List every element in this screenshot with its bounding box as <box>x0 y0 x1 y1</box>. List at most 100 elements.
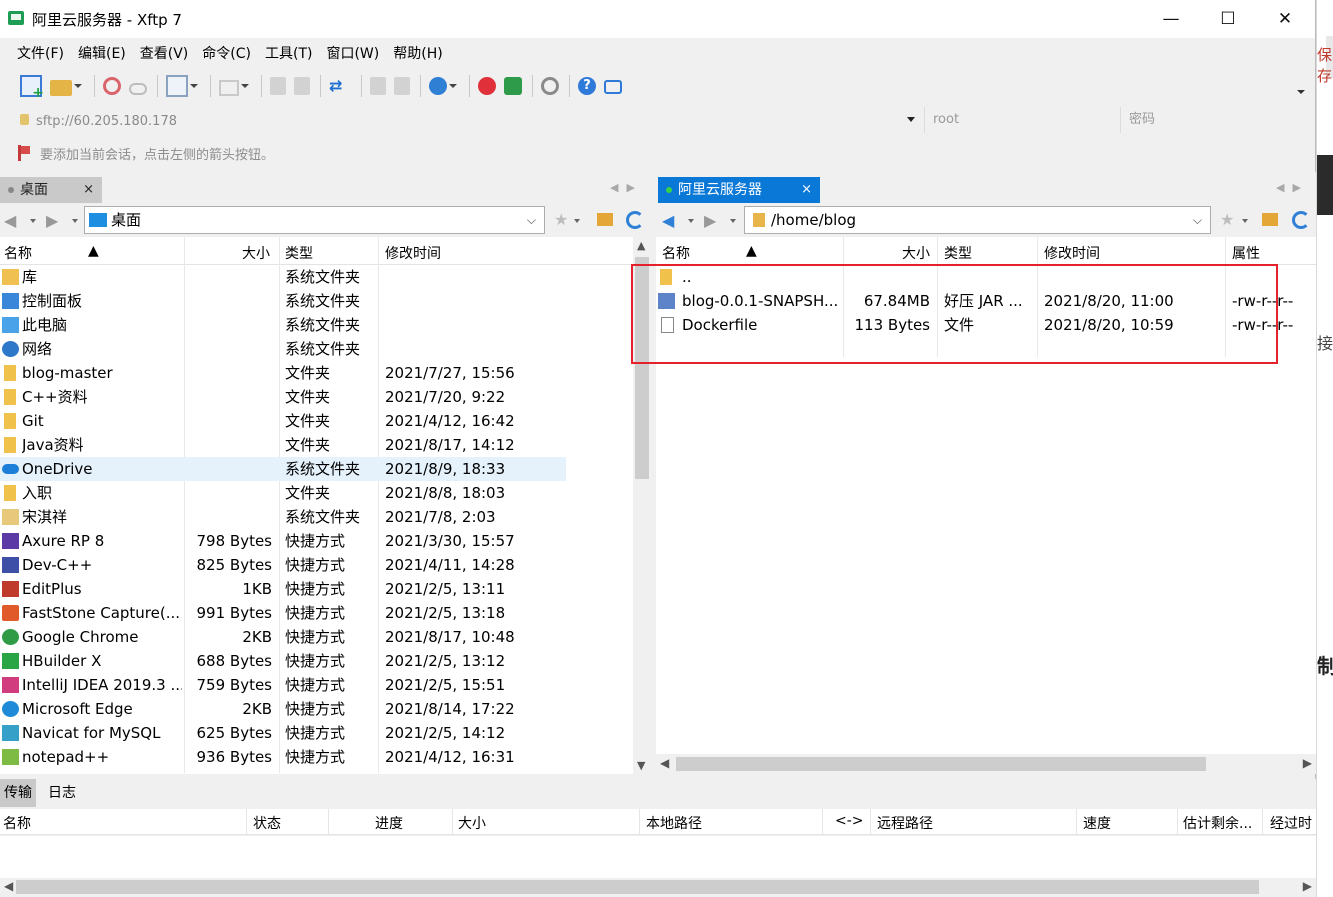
column-speed[interactable]: 速度 <box>1083 813 1111 833</box>
encoding-icon[interactable] <box>429 77 447 95</box>
column-mtime[interactable]: 修改时间 <box>1044 243 1100 263</box>
file-row[interactable]: Google Chrome 2KB 快捷方式 2021/8/17, 10:48 <box>0 625 651 649</box>
bookmark-star-icon[interactable]: ★ <box>1220 210 1234 229</box>
file-size: 2KB <box>242 628 272 646</box>
transfer-horizontal-scrollbar[interactable]: ◀ ▶ <box>0 878 1316 896</box>
file-row[interactable]: Dev-C++ 825 Bytes 快捷方式 2021/4/11, 14:28 <box>0 553 651 577</box>
tab-aliyun-server[interactable]: 阿里云服务器 × <box>658 177 820 203</box>
file-row[interactable]: 宋淇祥 系统文件夹 2021/7/8, 2:03 <box>0 505 651 529</box>
menu-help[interactable]: 帮助(H) <box>386 43 449 63</box>
disconnect-icon[interactable] <box>129 82 147 95</box>
xftp-sync-icon[interactable] <box>504 77 522 95</box>
column-name[interactable]: 名称 <box>4 243 32 263</box>
column-type[interactable]: 类型 <box>944 243 972 263</box>
open-session-icon[interactable] <box>50 79 72 96</box>
tab-close-icon[interactable]: × <box>83 177 94 203</box>
remote-path-input[interactable]: /home/blog ⌵ <box>744 206 1211 234</box>
column-elapsed[interactable]: 经过时 <box>1270 813 1312 833</box>
session-properties-icon[interactable] <box>166 75 188 97</box>
menu-file[interactable]: 文件(F) <box>10 43 71 63</box>
chevron-down-icon[interactable]: ⌵ <box>1193 207 1202 233</box>
menu-command[interactable]: 命令(C) <box>195 43 258 63</box>
help-icon[interactable]: ? <box>578 77 596 95</box>
column-status[interactable]: 状态 <box>253 813 281 833</box>
file-row[interactable]: FastStone Capture(... 991 Bytes 快捷方式 2021/2… <box>0 601 651 625</box>
column-size[interactable]: 大小 <box>902 243 930 263</box>
file-row[interactable]: Git 文件夹 2021/4/12, 16:42 <box>0 409 651 433</box>
copy-icon[interactable] <box>370 77 386 95</box>
column-local-path[interactable]: 本地路径 <box>646 813 702 833</box>
tab-scroll-arrows-icon[interactable]: ◀▶ <box>610 181 643 194</box>
file-row[interactable]: HBuilder X 688 Bytes 快捷方式 2021/2/5, 13:12 <box>0 649 651 673</box>
file-type: 系统文件夹 <box>285 508 361 526</box>
upload-icon[interactable] <box>270 77 286 95</box>
tab-close-icon[interactable]: × <box>801 177 812 203</box>
tab-scroll-arrows-icon[interactable]: ◀▶ <box>1276 181 1309 194</box>
tab-log[interactable]: 日志 <box>44 779 80 807</box>
refresh-icon[interactable] <box>1292 211 1310 229</box>
options-gear-icon[interactable] <box>541 77 559 95</box>
maximize-button[interactable]: ☐ <box>1199 0 1257 38</box>
new-session-icon[interactable] <box>20 75 44 101</box>
column-mtime[interactable]: 修改时间 <box>385 243 441 263</box>
tab-desktop[interactable]: 桌面 × <box>0 177 102 203</box>
add-session-arrow-icon[interactable] <box>18 145 32 161</box>
file-row[interactable]: Microsoft Edge 2KB 快捷方式 2021/8/14, 17:22 <box>0 697 651 721</box>
download-icon[interactable] <box>294 77 310 95</box>
file-row[interactable]: 控制面板 系统文件夹 <box>0 289 651 313</box>
sync-icon[interactable]: ⇄ <box>329 75 351 97</box>
host-input[interactable]: sftp://60.205.180.178 <box>36 111 916 133</box>
menu-view[interactable]: 查看(V) <box>133 43 196 63</box>
file-row[interactable]: C++资料 文件夹 2021/7/20, 9:22 <box>0 385 651 409</box>
file-row[interactable]: Axure RP 8 798 Bytes 快捷方式 2021/3/30, 15:57 <box>0 529 651 553</box>
minimize-button[interactable]: — <box>1142 0 1200 38</box>
file-size: 991 Bytes <box>196 604 273 622</box>
menu-window[interactable]: 窗口(W) <box>319 43 386 63</box>
xshell-icon[interactable] <box>478 77 496 95</box>
file-row[interactable]: EditPlus 1KB 快捷方式 2021/2/5, 13:11 <box>0 577 651 601</box>
file-row[interactable]: 入职 文件夹 2021/8/8, 18:03 <box>0 481 651 505</box>
file-row[interactable]: 库 系统文件夹 <box>0 265 651 289</box>
file-row[interactable]: 此电脑 系统文件夹 <box>0 313 651 337</box>
file-row[interactable]: blog-master 文件夹 2021/7/27, 15:56 <box>0 361 651 385</box>
column-name[interactable]: 名称 <box>3 813 31 833</box>
close-button[interactable]: ✕ <box>1256 0 1314 38</box>
chevron-down-icon[interactable]: ⌵ <box>527 207 536 233</box>
back-arrow-icon[interactable]: ◀ <box>4 211 16 230</box>
file-row[interactable]: Java资料 文件夹 2021/8/17, 14:12 <box>0 433 651 457</box>
file-row[interactable]: IntelliJ IDEA 2019.3 ... 759 Bytes 快捷方式 202… <box>0 673 651 697</box>
file-row[interactable]: 网络 系统文件夹 <box>0 337 651 361</box>
paste-icon[interactable] <box>394 77 410 95</box>
remote-horizontal-scrollbar[interactable]: ◀ ▶ <box>656 754 1316 774</box>
file-row[interactable]: OneDrive 系统文件夹 2021/8/9, 18:33 <box>0 457 566 481</box>
column-eta[interactable]: 估计剩余... <box>1183 813 1252 833</box>
column-attributes[interactable]: 属性 <box>1232 243 1260 263</box>
file-row[interactable]: notepad++ 936 Bytes 快捷方式 2021/4/12, 16:31 <box>0 745 651 769</box>
tab-transfer[interactable]: 传输 <box>0 779 36 807</box>
column-size[interactable]: 大小 <box>458 813 486 833</box>
file-row[interactable]: Navicat for MySQL 625 Bytes 快捷方式 2021/2/5, … <box>0 721 651 745</box>
menu-edit[interactable]: 编辑(E) <box>71 43 133 63</box>
home-folder-icon[interactable] <box>1262 213 1278 226</box>
toolbar-overflow-icon[interactable] <box>1297 90 1305 94</box>
menu-tools[interactable]: 工具(T) <box>258 43 319 63</box>
column-type[interactable]: 类型 <box>285 243 313 263</box>
username-input[interactable]: root <box>924 107 1120 133</box>
column-name[interactable]: 名称 <box>662 243 690 263</box>
forward-arrow-icon[interactable]: ▶ <box>46 211 58 230</box>
refresh-icon[interactable] <box>626 211 644 229</box>
local-path-input[interactable]: 桌面 ⌵ <box>84 206 545 234</box>
password-input[interactable]: 密码 <box>1120 107 1316 133</box>
column-progress[interactable]: 进度 <box>375 813 403 833</box>
feedback-icon[interactable] <box>604 80 622 94</box>
back-arrow-icon[interactable]: ◀ <box>662 211 674 230</box>
bookmark-star-icon[interactable]: ★ <box>554 210 568 229</box>
terminal-icon[interactable] <box>219 79 239 96</box>
column-remote-path[interactable]: 远程路径 <box>877 813 933 833</box>
forward-arrow-icon[interactable]: ▶ <box>704 211 716 230</box>
column-size[interactable]: 大小 <box>242 243 270 263</box>
host-dropdown-icon[interactable] <box>907 117 915 122</box>
column-direction[interactable]: <-> <box>835 813 864 829</box>
home-folder-icon[interactable] <box>597 213 613 226</box>
reconnect-icon[interactable] <box>103 77 121 95</box>
